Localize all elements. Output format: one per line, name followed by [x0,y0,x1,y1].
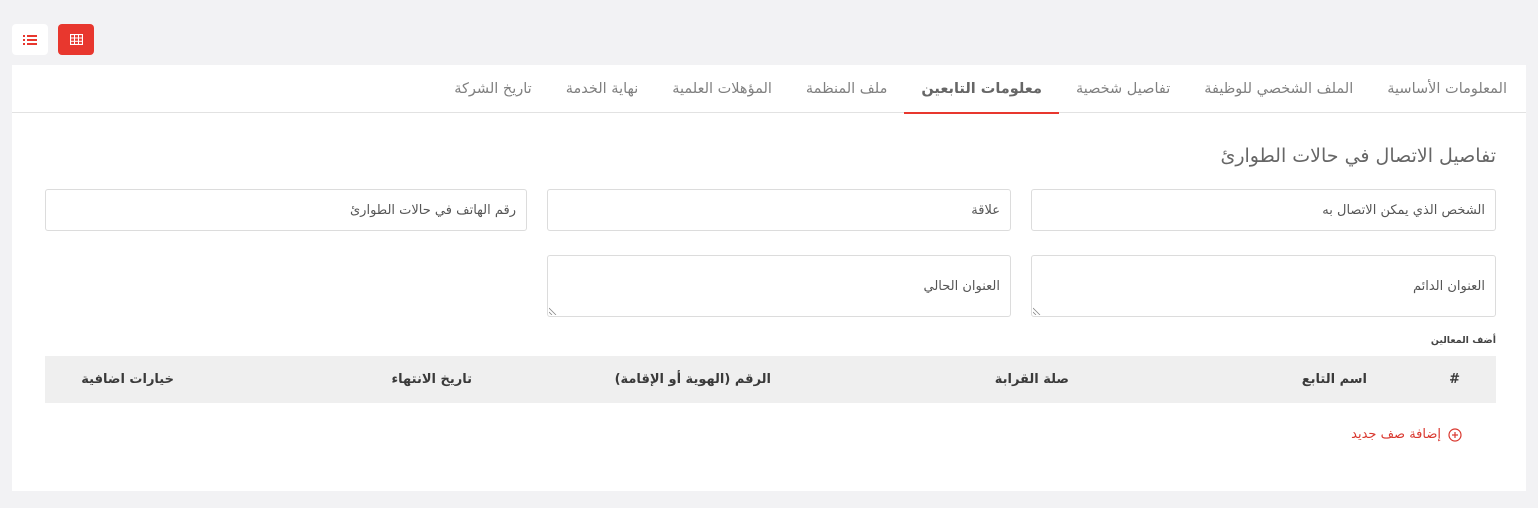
tab-qualifications[interactable]: المؤهلات العلمية [655,65,789,113]
table-grid-icon [69,34,83,45]
relationship-field[interactable]: علاقة [547,189,1011,231]
emergency-phone-field[interactable]: رقم الهاتف في حالات الطوارئ [45,189,527,231]
tab-organization-file[interactable]: ملف المنظمة [789,65,904,113]
add-new-row-label: إضافة صف جديد [1351,427,1441,442]
employee-form-card: المعلومات الأساسية الملف الشخصي للوظيفة … [12,65,1526,491]
column-expiry-date: تاريخ الانتهاء [391,372,472,387]
profile-tabs: المعلومات الأساسية الملف الشخصي للوظيفة … [12,65,1526,114]
plus-circle-icon [1448,427,1462,442]
list-icon [23,34,37,45]
contact-person-field[interactable]: الشخص الذي يمكن الاتصال به [1031,189,1496,231]
tab-end-of-service[interactable]: نهاية الخدمة [549,65,656,113]
column-id-number: الرقم (الهوية أو الإقامة) [614,372,771,387]
column-dependent-name: اسم التابع [1301,372,1367,387]
permanent-address-textarea[interactable]: العنوان الدائم [1031,255,1496,317]
dependents-table-caption: أضف المعالين [1430,335,1496,346]
column-extra-options: خيارات اضافية [81,372,174,387]
tab-dependents-info[interactable]: معلومات التابعين [904,65,1059,114]
column-index: # [1449,372,1460,387]
resize-handle-icon[interactable] [1033,307,1041,315]
tab-personal-details[interactable]: تفاصيل شخصية [1059,65,1187,113]
grid-view-button[interactable] [58,24,94,55]
tab-company-history[interactable]: تاريخ الشركة [437,65,549,113]
tab-job-profile[interactable]: الملف الشخصي للوظيفة [1187,65,1370,113]
tab-basic-info[interactable]: المعلومات الأساسية [1370,65,1524,113]
permanent-address-placeholder: العنوان الدائم [1412,278,1485,294]
list-view-button[interactable] [12,24,48,55]
column-relation: صلة القرابة [994,372,1069,387]
dependents-table-header: # اسم التابع صلة القرابة الرقم (الهوية أ… [45,356,1496,403]
current-address-placeholder: العنوان الحالي [923,278,1001,294]
resize-handle-icon[interactable] [549,307,557,315]
add-new-row-button[interactable]: إضافة صف جديد [1351,427,1462,442]
current-address-textarea[interactable]: العنوان الحالي [547,255,1011,317]
emergency-contact-title: تفاصيل الاتصال في حالات الطوارئ [1220,145,1496,167]
